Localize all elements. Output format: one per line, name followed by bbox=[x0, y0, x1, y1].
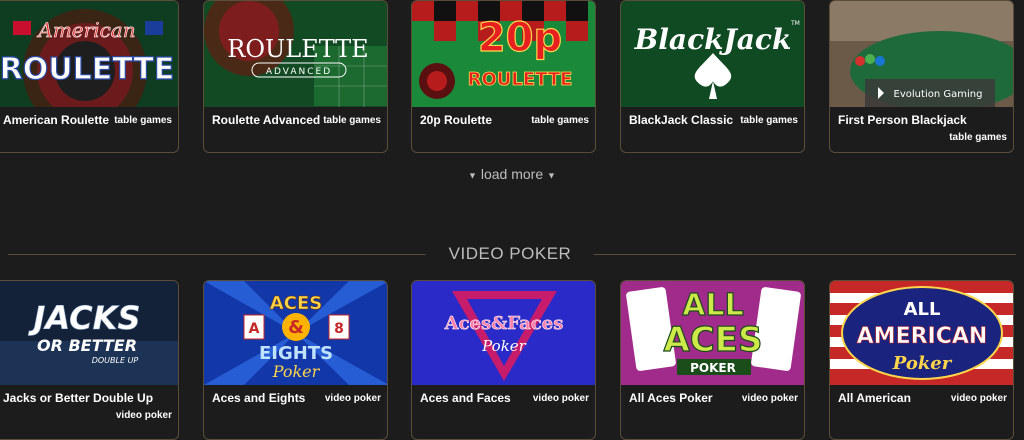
svg-text:ROULETTE: ROULETTE bbox=[227, 35, 368, 63]
game-category: video poker bbox=[741, 393, 798, 404]
game-card-blackjack-classic[interactable]: BlackJack TM BlackJack Classic table gam… bbox=[620, 0, 805, 153]
game-thumbnail[interactable]: BlackJack TM bbox=[621, 1, 804, 107]
american-roulette-art: American ROULETTE bbox=[0, 1, 178, 107]
svg-text:Poker: Poker bbox=[892, 353, 953, 374]
game-thumbnail[interactable]: 20p ROULETTE bbox=[412, 1, 595, 107]
game-thumbnail[interactable]: American ROULETTE bbox=[0, 1, 178, 107]
svg-text:Poker: Poker bbox=[272, 362, 321, 381]
svg-text:American: American bbox=[36, 18, 135, 42]
svg-text:Aces&Faces: Aces&Faces bbox=[444, 313, 564, 334]
blackjack-classic-art: BlackJack TM bbox=[621, 1, 804, 107]
game-category: table games bbox=[323, 115, 381, 126]
jacks-or-better-art: JACKS OR BETTER DOUBLE UP bbox=[0, 281, 178, 385]
svg-text:AMERICAN: AMERICAN bbox=[857, 324, 988, 349]
game-thumbnail[interactable]: JACKS OR BETTER DOUBLE UP bbox=[0, 281, 178, 385]
triangle-down-icon: ▼ bbox=[547, 170, 556, 181]
svg-text:POKER: POKER bbox=[690, 361, 736, 375]
svg-text:EIGHTS: EIGHTS bbox=[259, 343, 333, 364]
svg-text:ALL: ALL bbox=[904, 299, 941, 320]
flag-icon bbox=[145, 21, 163, 35]
section-title: VIDEO POKER bbox=[448, 244, 572, 263]
game-card-all-aces-poker[interactable]: ALL ACES POKER All Aces Poker video poke… bbox=[620, 280, 805, 440]
aces-and-eights-art: ACES A & 8 EIGHTS Poker bbox=[204, 281, 387, 385]
svg-text:ADVANCED: ADVANCED bbox=[266, 67, 332, 77]
game-card-aces-and-faces[interactable]: Aces&Faces Poker Aces and Faces video po… bbox=[411, 280, 596, 440]
load-more-button[interactable]: ▼ load more ▼ bbox=[0, 166, 1024, 182]
game-card-jacks-or-better[interactable]: JACKS OR BETTER DOUBLE UP Jacks or Bette… bbox=[0, 280, 179, 440]
game-thumbnail[interactable]: ROULETTE ADVANCED bbox=[204, 1, 387, 107]
svg-text:ROULETTE: ROULETTE bbox=[0, 52, 174, 87]
roulette-advanced-art: ROULETTE ADVANCED bbox=[204, 1, 387, 107]
svg-text:ACES: ACES bbox=[270, 293, 322, 314]
svg-text:20p: 20p bbox=[478, 15, 562, 61]
game-thumbnail[interactable]: Aces&Faces Poker bbox=[412, 281, 595, 385]
load-more-label: load more bbox=[480, 166, 544, 182]
game-name: First Person Blackjack bbox=[838, 113, 967, 127]
game-thumbnail[interactable]: Evolution Gaming bbox=[830, 1, 1013, 107]
svg-text:BlackJack: BlackJack bbox=[634, 23, 792, 56]
game-card-all-american[interactable]: ALL AMERICAN Poker All American video po… bbox=[829, 280, 1014, 440]
game-card-american-roulette[interactable]: American ROULETTE American Roulette tabl… bbox=[0, 0, 179, 153]
svg-text:&: & bbox=[288, 317, 304, 338]
20p-roulette-art: 20p ROULETTE bbox=[412, 1, 595, 107]
flag-icon bbox=[13, 21, 31, 35]
game-category: video poker bbox=[324, 393, 381, 404]
svg-text:A: A bbox=[249, 321, 260, 337]
game-category: video poker bbox=[532, 393, 589, 404]
game-category: video poker bbox=[950, 393, 1007, 404]
game-thumbnail[interactable]: ACES A & 8 EIGHTS Poker bbox=[204, 281, 387, 385]
svg-text:8: 8 bbox=[334, 321, 344, 337]
game-thumbnail[interactable]: ALL AMERICAN Poker bbox=[830, 281, 1013, 385]
game-card-first-person-blackjack[interactable]: Evolution Gaming First Person Blackjack … bbox=[829, 0, 1014, 153]
svg-text:TM: TM bbox=[790, 20, 800, 27]
svg-text:ROULETTE: ROULETTE bbox=[468, 69, 573, 90]
game-category: table games bbox=[114, 115, 172, 126]
game-category: video poker bbox=[115, 410, 172, 421]
all-american-art: ALL AMERICAN Poker bbox=[830, 281, 1013, 385]
first-person-blackjack-art: Evolution Gaming bbox=[830, 1, 1013, 107]
game-thumbnail[interactable]: ALL ACES POKER bbox=[621, 281, 804, 385]
svg-text:JACKS: JACKS bbox=[27, 299, 140, 337]
section-divider-left bbox=[8, 254, 426, 255]
game-card-roulette-advanced[interactable]: ROULETTE ADVANCED Roulette Advanced tabl… bbox=[203, 0, 388, 153]
all-aces-poker-art: ALL ACES POKER bbox=[621, 281, 804, 385]
svg-text:ACES: ACES bbox=[664, 320, 763, 360]
game-category: table games bbox=[531, 115, 589, 126]
section-divider-right bbox=[594, 254, 1016, 255]
svg-text:Poker: Poker bbox=[481, 337, 526, 355]
game-category: table games bbox=[740, 115, 798, 126]
game-card-20p-roulette[interactable]: 20p ROULETTE 20p Roulette table games bbox=[411, 0, 596, 153]
game-category: table games bbox=[949, 132, 1007, 143]
game-name: Jacks or Better Double Up bbox=[3, 391, 154, 405]
game-card-aces-and-eights[interactable]: ACES A & 8 EIGHTS Poker Aces and Eights … bbox=[203, 280, 388, 440]
triangle-down-icon: ▼ bbox=[468, 170, 477, 181]
svg-text:DOUBLE UP: DOUBLE UP bbox=[92, 356, 139, 365]
svg-text:OR BETTER: OR BETTER bbox=[37, 336, 137, 355]
aces-and-faces-art: Aces&Faces Poker bbox=[412, 281, 595, 385]
svg-text:Evolution Gaming: Evolution Gaming bbox=[894, 89, 983, 100]
svg-text:ALL: ALL bbox=[682, 288, 743, 323]
